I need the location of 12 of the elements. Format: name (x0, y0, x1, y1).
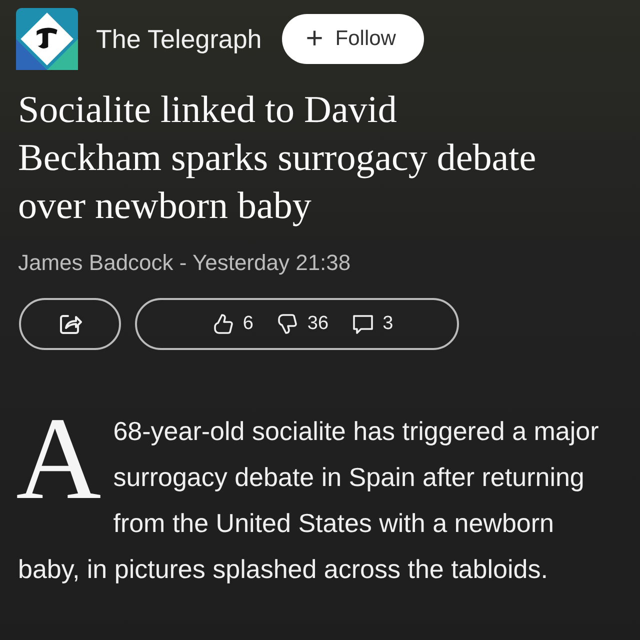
comments-button[interactable]: 3 (350, 312, 394, 336)
follow-button[interactable]: + Follow (282, 14, 424, 64)
byline: James Badcock - Yesterday 21:38 (18, 250, 352, 276)
share-button[interactable] (19, 298, 121, 350)
newspaper-logo-icon (16, 8, 78, 70)
article-title: Socialite linked to David Beckham sparks surrogacy debate over newborn baby (18, 88, 538, 229)
dislike-button[interactable]: 36 (275, 312, 329, 336)
share-icon (58, 312, 82, 336)
comment-icon (350, 312, 375, 336)
thumbs-down-icon (275, 312, 300, 336)
like-button[interactable]: 6 (210, 312, 254, 336)
publisher-name[interactable]: The Telegraph (96, 24, 262, 54)
